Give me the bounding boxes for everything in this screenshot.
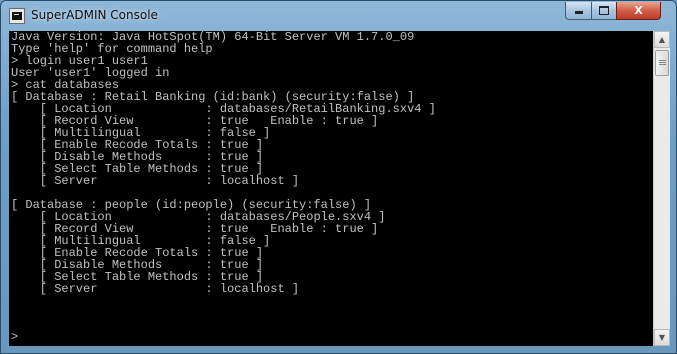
thumb-grip — [659, 60, 666, 61]
scroll-down-button[interactable]: ▼ — [654, 329, 670, 346]
console-line: > — [11, 330, 19, 344]
scroll-up-button[interactable]: ▲ — [654, 31, 670, 48]
vertical-scrollbar[interactable]: ▲ ▼ — [653, 31, 670, 346]
minimize-icon — [574, 11, 583, 14]
maximize-icon — [599, 6, 609, 15]
scrollbar-thumb[interactable] — [655, 50, 669, 76]
title-bar[interactable]: SuperADMIN Console X — [1, 1, 676, 31]
console-line: [ Server : localhost ] — [11, 174, 300, 188]
arrow-down-icon: ▼ — [658, 333, 666, 342]
console-output-area[interactable]: Java Version: Java HotSpot(TM) 64-Bit Se… — [9, 31, 653, 346]
console-window: SuperADMIN Console X Java Version: Java … — [0, 0, 677, 354]
arrow-up-icon: ▲ — [658, 35, 666, 44]
close-icon: X — [634, 4, 643, 17]
console-text: Java Version: Java HotSpot(TM) 64-Bit Se… — [11, 31, 436, 343]
minimize-button[interactable] — [565, 2, 592, 20]
console-app-icon[interactable] — [9, 8, 25, 24]
maximize-button[interactable] — [591, 2, 617, 20]
console-line: [ Server : localhost ] — [11, 282, 300, 296]
thumb-grip — [659, 62, 666, 63]
window-title: SuperADMIN Console — [31, 8, 158, 22]
close-button[interactable]: X — [616, 2, 661, 20]
thumb-grip — [659, 64, 666, 65]
